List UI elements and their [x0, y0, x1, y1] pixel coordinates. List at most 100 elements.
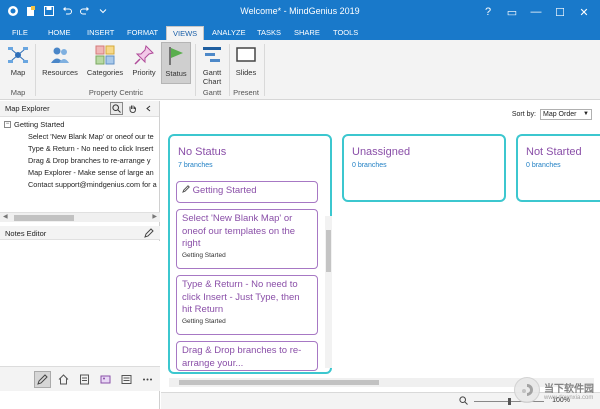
status-view-board: Sort by: Map Order ▼ No Status 7 branche…	[161, 101, 600, 409]
notes-editor-area[interactable]	[0, 241, 160, 366]
watermark-logo-icon	[514, 377, 540, 403]
card-title: Drag & Drop branches to re-arrange your.…	[182, 345, 302, 369]
tree-item[interactable]: Map Explorer - Make sense of large an	[28, 167, 157, 179]
notes-editor-title: Notes Editor	[5, 229, 47, 238]
resources-button[interactable]: Resources	[40, 42, 80, 84]
group-label-gantt: Gantt	[202, 88, 222, 97]
sort-select[interactable]: Map Order ▼	[540, 109, 592, 120]
slides-icon	[236, 47, 256, 62]
map-explorer-header: Map Explorer	[0, 101, 159, 117]
sort-label: Sort by:	[511, 111, 536, 118]
categories-button[interactable]: Categories	[84, 42, 126, 84]
tree-item[interactable]: Type & Return - No need to click Insert	[28, 143, 157, 155]
gantt-chart-button[interactable]: Gantt Chart	[198, 42, 226, 86]
watermark-url: www.downxia.com	[544, 394, 594, 401]
scroll-thumb[interactable]	[326, 230, 331, 272]
group-separator	[35, 44, 36, 96]
group-label-property-centric: Property Centric	[88, 88, 144, 97]
tree-children: Select 'New Blank Map' or oneof our te T…	[28, 131, 157, 191]
scroll-right-arrow-icon[interactable]: ▶	[152, 213, 157, 220]
edit-pencil-icon	[182, 185, 193, 196]
tab-views[interactable]: VIEWS	[166, 26, 205, 40]
map-explorer-title: Map Explorer	[5, 104, 50, 113]
branch-card[interactable]: Type & Return - No need to click Insert …	[176, 275, 318, 335]
priority-pin-icon	[134, 45, 154, 65]
collapse-pane-icon[interactable]	[142, 102, 155, 115]
chevron-down-icon: ▼	[583, 111, 589, 117]
gantt-chart-label: Gantt Chart	[202, 68, 222, 86]
branch-card[interactable]: Select 'New Blank Map' or oneof our temp…	[176, 209, 318, 269]
slides-button[interactable]: Slides	[232, 42, 260, 84]
column-title: Unassigned	[352, 146, 411, 158]
help-button[interactable]: ?	[476, 2, 500, 22]
card-parent: Getting Started	[182, 251, 226, 259]
status-flag-icon	[169, 47, 183, 65]
tab-share[interactable]: SHARE	[288, 26, 326, 40]
card-title: Getting Started	[192, 185, 257, 196]
left-pane: Map Explorer − Getting Started Select 'N…	[0, 101, 160, 409]
tab-analyze[interactable]: ANALYZE	[206, 26, 252, 40]
scroll-left-arrow-icon[interactable]: ◀	[3, 213, 8, 220]
branch-card[interactable]: Getting Started	[176, 181, 318, 203]
column-title: No Status	[178, 146, 227, 158]
window-controls: ? ▭ — ☐ ✕	[476, 2, 596, 22]
tab-file[interactable]: FILE	[6, 26, 34, 40]
tab-tools[interactable]: TOOLS	[327, 26, 364, 40]
gantt-chart-icon	[203, 47, 221, 62]
column-count: 0 branches	[526, 162, 561, 169]
minimize-button[interactable]: —	[524, 2, 548, 22]
collapse-toggle-icon[interactable]: −	[4, 121, 11, 128]
tree-root-label: Getting Started	[14, 120, 65, 129]
document-icon[interactable]	[76, 371, 93, 388]
column-count: 7 branches	[178, 162, 213, 169]
status-column-not-started: Not Started 0 branches	[516, 134, 600, 202]
tree-item[interactable]: Contact support@mindgenius.com for a	[28, 179, 157, 191]
sort-control: Sort by: Map Order ▼	[512, 109, 592, 120]
home-icon[interactable]	[55, 371, 72, 388]
list-icon[interactable]	[118, 371, 135, 388]
pen-icon[interactable]	[34, 370, 51, 388]
search-icon[interactable]	[110, 102, 123, 115]
ribbon-display-button[interactable]: ▭	[500, 2, 524, 22]
maximize-button[interactable]: ☐	[548, 2, 572, 22]
zoom-slider-knob[interactable]	[508, 398, 511, 405]
tree-item[interactable]: Drag & Drop branches to re-arrange y	[28, 155, 157, 167]
explorer-horizontal-scrollbar[interactable]: ◀ ▶	[0, 212, 160, 222]
watermark-text: 当下软件园	[544, 383, 594, 395]
tab-format[interactable]: FORMAT	[121, 26, 164, 40]
priority-label: Priority	[132, 68, 156, 77]
pan-hand-icon[interactable]	[126, 102, 139, 115]
sort-value: Map Order	[543, 111, 577, 118]
edit-notes-icon[interactable]	[144, 228, 154, 240]
resources-icon	[51, 47, 69, 63]
map-explorer-tree: − Getting Started Select 'New Blank Map'…	[0, 117, 159, 212]
column-vertical-scrollbar[interactable]	[325, 216, 332, 368]
zoom-icon[interactable]	[459, 396, 468, 407]
status-button[interactable]: Status	[161, 42, 191, 84]
map-icon	[8, 47, 28, 63]
tab-tasks[interactable]: TASKS	[251, 26, 287, 40]
tab-insert[interactable]: INSERT	[81, 26, 120, 40]
ribbon-tabs: FILE HOME INSERT FORMAT VIEWS ANALYZE TA…	[0, 24, 600, 40]
branch-card[interactable]: Drag & Drop branches to re-arrange your.…	[176, 341, 318, 371]
close-button[interactable]: ✕	[572, 2, 596, 22]
pane-switcher	[0, 366, 160, 391]
slides-label: Slides	[235, 68, 257, 77]
scroll-thumb[interactable]	[179, 380, 379, 385]
tab-home[interactable]: HOME	[42, 26, 77, 40]
group-separator	[264, 44, 265, 96]
column-count: 0 branches	[352, 162, 387, 169]
column-title: Not Started	[526, 146, 582, 158]
scroll-thumb[interactable]	[14, 215, 74, 221]
tree-root[interactable]: − Getting Started	[4, 120, 64, 129]
title-bar: Welcome* - MindGenius 2019 ? ▭ — ☐ ✕	[0, 0, 600, 24]
map-view-button[interactable]: Map	[4, 42, 32, 84]
tree-item[interactable]: Select 'New Blank Map' or oneof our te	[28, 131, 157, 143]
more-options-icon[interactable]	[139, 371, 156, 388]
categories-label: Categories	[86, 68, 124, 77]
watermark-text-block: 当下软件园 www.downxia.com	[544, 380, 594, 401]
priority-button[interactable]: Priority	[129, 42, 159, 84]
group-separator	[195, 44, 196, 96]
image-icon[interactable]	[97, 371, 114, 388]
resources-label: Resources	[42, 68, 78, 77]
